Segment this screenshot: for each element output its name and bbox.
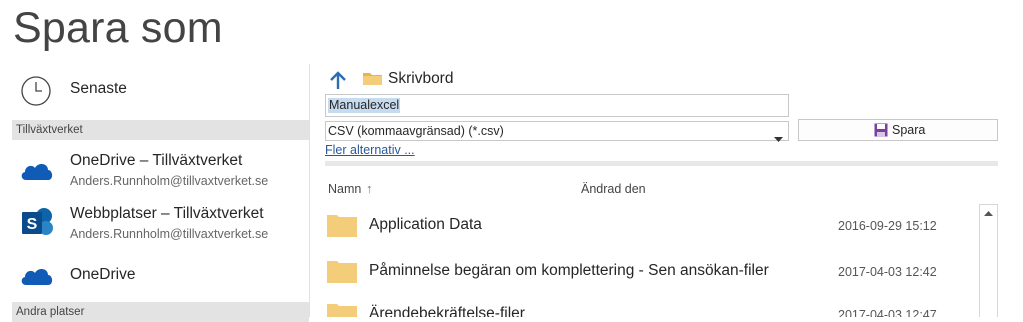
nav-item-onedrive-tillvaxtverket[interactable]: OneDrive – Tillväxtverket Anders.Runnhol… [14, 150, 310, 192]
triangle-up-icon [984, 211, 993, 216]
file-name: Application Data [369, 216, 482, 233]
filetype-select[interactable]: CSV (kommaavgränsad) (*.csv) [325, 121, 789, 142]
page-title: Spara som [13, 4, 223, 52]
cloud-icon [20, 160, 54, 187]
file-modified: 2017-04-03 12:42 [838, 265, 937, 279]
section-header-tillvaxtverket: Tillväxtverket [12, 120, 309, 140]
breadcrumb[interactable]: Skrivbord [388, 70, 453, 88]
clock-icon [20, 75, 52, 112]
nav-recent-label: Senaste [70, 80, 127, 97]
file-name: Ärendebekräftelse-filer [369, 305, 525, 317]
filename-input[interactable]: Manualexcel [325, 94, 789, 117]
floppy-disk-icon [874, 123, 888, 140]
folder-icon [327, 261, 357, 288]
nav-sharepoint-account: Anders.Runnholm@tillvaxtverket.se [70, 227, 269, 241]
column-header-name[interactable]: Namn [328, 182, 361, 196]
filename-value: Manualexcel [328, 98, 401, 113]
sharepoint-icon: S [20, 207, 54, 244]
file-modified: 2016-09-29 15:12 [838, 219, 937, 233]
left-nav: Senaste Tillväxtverket OneDrive – Tillvä… [0, 64, 310, 322]
file-row[interactable]: Ärendebekräftelse-filer 2017-04-03 12:47 [325, 295, 975, 317]
nav-onedrive-org-account: Anders.Runnholm@tillvaxtverket.se [70, 174, 269, 188]
sort-ascending-icon: ↑ [366, 181, 373, 196]
file-name: Påminnelse begäran om komplettering - Se… [369, 262, 769, 279]
file-row[interactable]: Application Data 2016-09-29 15:12 [325, 206, 975, 246]
nav-item-recent[interactable]: Senaste [14, 73, 310, 109]
folder-icon [327, 304, 357, 317]
section-header-other-places: Andra platser [12, 302, 309, 322]
save-button[interactable]: Spara [798, 119, 998, 141]
up-folder-button[interactable] [329, 70, 347, 90]
file-row[interactable]: Påminnelse begäran om komplettering - Se… [325, 252, 975, 292]
nav-item-sharepoint[interactable]: S Webbplatser – Tillväxtverket Anders.Ru… [14, 203, 310, 245]
column-header-modified[interactable]: Ändrad den [581, 182, 646, 196]
folder-icon [363, 71, 382, 90]
divider [325, 161, 998, 166]
file-modified: 2017-04-03 12:47 [838, 308, 937, 317]
chevron-down-icon [774, 129, 783, 147]
folder-icon [327, 215, 357, 242]
nav-onedrive-org-label: OneDrive – Tillväxtverket [70, 152, 243, 169]
nav-sharepoint-label: Webbplatser – Tillväxtverket [70, 205, 264, 222]
save-button-label: Spara [892, 123, 926, 137]
more-options-link[interactable]: Fler alternativ ... [325, 143, 415, 157]
nav-item-onedrive[interactable]: OneDrive [14, 260, 310, 290]
file-list-scrollbar[interactable] [979, 204, 998, 317]
scroll-up-button[interactable] [980, 205, 997, 222]
svg-text:S: S [27, 216, 38, 233]
filetype-value: CSV (kommaavgränsad) (*.csv) [328, 124, 504, 138]
arrow-up-icon [330, 71, 346, 89]
cloud-icon [20, 265, 54, 292]
nav-onedrive-label: OneDrive [70, 266, 136, 283]
